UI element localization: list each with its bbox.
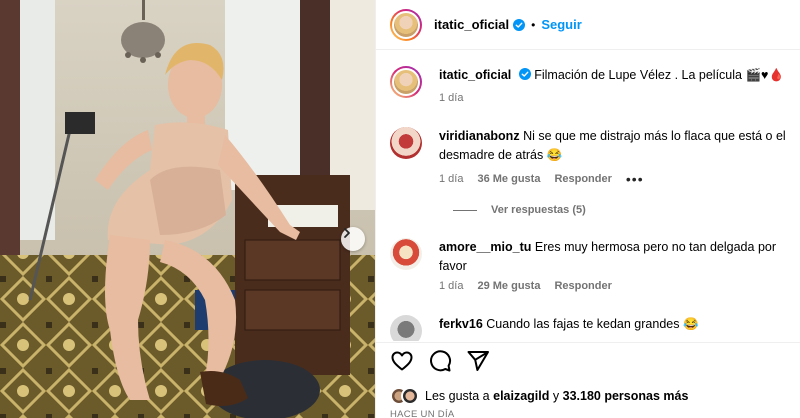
likes-prefix: Les gusta a xyxy=(425,389,490,403)
follow-button[interactable]: Seguir xyxy=(541,17,581,32)
header-separator: • xyxy=(531,17,536,32)
avatar[interactable] xyxy=(390,238,422,270)
heart-icon[interactable] xyxy=(390,349,414,373)
view-replies-label: Ver respuestas (5) xyxy=(491,204,586,216)
comment-likes[interactable]: 36 Me gusta xyxy=(477,173,540,185)
comment-icon[interactable] xyxy=(428,349,452,373)
next-media-button[interactable] xyxy=(341,227,365,251)
share-icon[interactable] xyxy=(466,349,490,373)
comment-username[interactable]: ferkv16 xyxy=(439,317,483,331)
likes-summary: Les gusta a elaizagild y 33.180 personas… xyxy=(390,387,688,405)
comment-time: 1 día xyxy=(439,173,464,185)
reply-button[interactable]: Responder xyxy=(554,280,611,292)
avatar[interactable] xyxy=(390,8,422,41)
comment-time: 1 día xyxy=(439,280,464,292)
comment-text: Cuando las fajas te kedan grandes 😂 xyxy=(486,317,699,331)
comment-username[interactable]: viridianabonz xyxy=(439,129,520,143)
reply-button[interactable]: Responder xyxy=(554,173,611,185)
post-panel: itatic_oficial • Seguir itatic_oficial F… xyxy=(375,0,800,418)
more-icon[interactable]: ••• xyxy=(626,171,644,187)
comment-username[interactable]: amore__mio_tu xyxy=(439,240,531,254)
post-timestamp: HACE UN DÍA xyxy=(390,409,455,418)
post-header: itatic_oficial • Seguir xyxy=(376,0,800,50)
avatar[interactable] xyxy=(390,66,422,98)
likes-user[interactable]: elaizagild xyxy=(493,389,549,403)
avatar xyxy=(401,387,419,405)
post-actions: Les gusta a elaizagild y 33.180 personas… xyxy=(376,342,800,418)
avatar[interactable] xyxy=(390,315,422,341)
post-media xyxy=(0,0,375,418)
comments-list[interactable]: itatic_oficial Filmación de Lupe Vélez .… xyxy=(376,51,800,341)
likes-count[interactable]: 33.180 personas más xyxy=(563,389,689,403)
likes-conj: y xyxy=(552,389,560,403)
verified-icon xyxy=(518,68,531,80)
view-replies-button[interactable]: Ver respuestas (5) xyxy=(453,204,586,216)
header-username[interactable]: itatic_oficial xyxy=(434,17,509,32)
post-photo xyxy=(0,0,375,418)
comment-likes[interactable]: 29 Me gusta xyxy=(477,280,540,292)
caption-time: 1 día xyxy=(439,92,464,104)
caption-username[interactable]: itatic_oficial xyxy=(439,68,511,82)
chevron-right-icon xyxy=(344,228,350,238)
caption-text: Filmación de Lupe Vélez . La película 🎬♥… xyxy=(534,68,785,82)
verified-icon xyxy=(513,18,526,31)
avatar[interactable] xyxy=(390,127,422,159)
